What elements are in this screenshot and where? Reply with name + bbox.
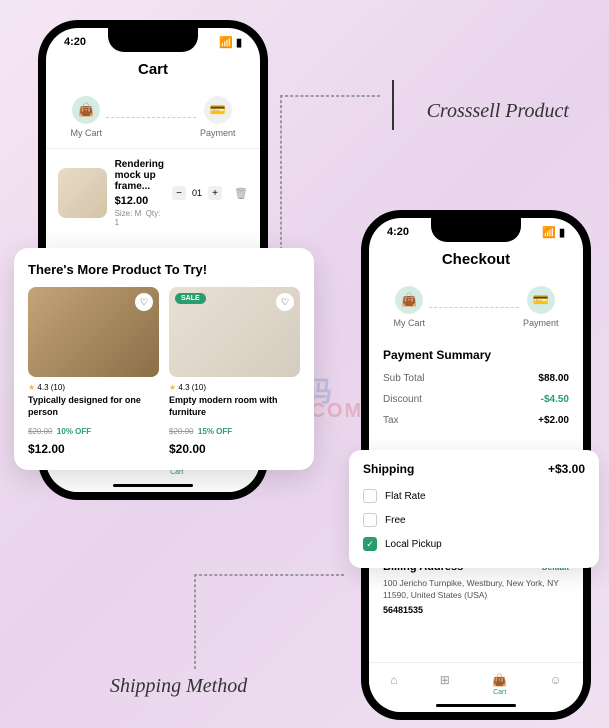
bag-icon: 👜 bbox=[492, 673, 507, 687]
heart-icon[interactable]: ♡ bbox=[276, 293, 294, 311]
product-image bbox=[58, 168, 107, 218]
product-price: $12.00 bbox=[28, 442, 159, 456]
user-icon: ☺ bbox=[550, 673, 562, 687]
crosssell-title: There's More Product To Try! bbox=[28, 262, 300, 277]
shipping-amount: +$3.00 bbox=[548, 462, 585, 476]
sale-badge: SALE bbox=[175, 293, 206, 304]
product-rating: ★ 4.3 (10) bbox=[169, 383, 300, 392]
heart-icon[interactable]: ♡ bbox=[135, 293, 153, 311]
home-icon: ⌂ bbox=[390, 673, 397, 687]
shipping-card: Shipping +$3.00 Flat Rate Free ✓Local Pic… bbox=[349, 450, 599, 568]
step-connector bbox=[106, 117, 196, 118]
nav-home[interactable]: ⌂ bbox=[390, 673, 397, 696]
product-image: ♡ bbox=[28, 287, 159, 377]
annotation-shipping: Shipping Method bbox=[110, 675, 247, 698]
cart-item[interactable]: Rendering mock up frame... $12.00 Size: … bbox=[46, 148, 260, 237]
checkbox-checked-icon: ✓ bbox=[363, 537, 377, 551]
annotation-crosssell: Crosssell Product bbox=[427, 100, 569, 123]
nav-grid[interactable]: ⊞ bbox=[440, 673, 450, 696]
status-time: 4:20 bbox=[387, 226, 409, 239]
shipping-title: Shipping bbox=[363, 462, 414, 476]
product-name: Empty modern room with furniture bbox=[169, 395, 300, 418]
annotation-divider bbox=[392, 80, 394, 130]
bag-icon: 👜 bbox=[72, 96, 100, 124]
connector-line bbox=[280, 95, 380, 97]
checkbox-icon bbox=[363, 489, 377, 503]
item-price: $12.00 bbox=[115, 195, 164, 207]
connector-line bbox=[280, 95, 282, 255]
step-connector bbox=[429, 307, 519, 308]
nav-profile[interactable]: ☺ bbox=[550, 673, 562, 696]
progress-stepper: 👜My Cart 💳Payment bbox=[369, 276, 583, 338]
step-cart[interactable]: 👜My Cart bbox=[393, 286, 425, 328]
status-icons: 📶▮ bbox=[542, 226, 565, 239]
home-indicator bbox=[113, 484, 193, 487]
product-card[interactable]: ♡ ★ 4.3 (10) Typically designed for one … bbox=[28, 287, 159, 456]
phone-notch bbox=[431, 218, 521, 242]
home-indicator bbox=[436, 704, 516, 707]
connector-line bbox=[194, 574, 344, 576]
shipping-option[interactable]: Free bbox=[363, 508, 585, 532]
shipping-option[interactable]: Flat Rate bbox=[363, 484, 585, 508]
phone-notch bbox=[108, 28, 198, 52]
qty-minus-button[interactable]: − bbox=[172, 186, 186, 200]
qty-plus-button[interactable]: + bbox=[208, 186, 222, 200]
summary-title: Payment Summary bbox=[369, 338, 583, 368]
summary-row: Sub Total$88.00 bbox=[369, 368, 583, 389]
qty-value: 01 bbox=[192, 188, 202, 198]
step-payment[interactable]: 💳Payment bbox=[200, 96, 236, 138]
connector-line bbox=[194, 574, 196, 669]
grid-icon: ⊞ bbox=[440, 673, 450, 687]
card-icon: 💳 bbox=[527, 286, 555, 314]
shipping-option[interactable]: ✓Local Pickup bbox=[363, 532, 585, 556]
product-rating: ★ 4.3 (10) bbox=[28, 383, 159, 392]
page-title: Checkout bbox=[369, 243, 583, 276]
crosssell-card: There's More Product To Try! ♡ ★ 4.3 (10… bbox=[14, 248, 314, 470]
product-name: Typically designed for one person bbox=[28, 395, 159, 418]
billing-phone: 56481535 bbox=[383, 605, 569, 615]
status-time: 4:20 bbox=[64, 36, 86, 49]
delete-icon[interactable]: 🗑 bbox=[234, 187, 248, 200]
billing-address: 100 Jericho Turnpike, Westbury, New York… bbox=[383, 578, 569, 602]
summary-row: Discount-$4.50 bbox=[369, 389, 583, 410]
summary-row: Tax+$2.00 bbox=[369, 410, 583, 431]
product-price: $20.00 bbox=[169, 442, 300, 456]
bag-icon: 👜 bbox=[395, 286, 423, 314]
step-payment[interactable]: 💳Payment bbox=[523, 286, 559, 328]
nav-cart[interactable]: 👜Cart bbox=[492, 673, 507, 696]
product-card[interactable]: SALE ♡ ★ 4.3 (10) Empty modern room with … bbox=[169, 287, 300, 456]
progress-stepper: 👜My Cart 💳Payment bbox=[46, 86, 260, 148]
item-name: Rendering mock up frame... bbox=[115, 159, 164, 192]
checkbox-icon bbox=[363, 513, 377, 527]
card-icon: 💳 bbox=[204, 96, 232, 124]
product-image: SALE ♡ bbox=[169, 287, 300, 377]
status-icons: 📶▮ bbox=[219, 36, 242, 49]
step-cart[interactable]: 👜My Cart bbox=[70, 96, 102, 138]
page-title: Cart bbox=[46, 53, 260, 86]
